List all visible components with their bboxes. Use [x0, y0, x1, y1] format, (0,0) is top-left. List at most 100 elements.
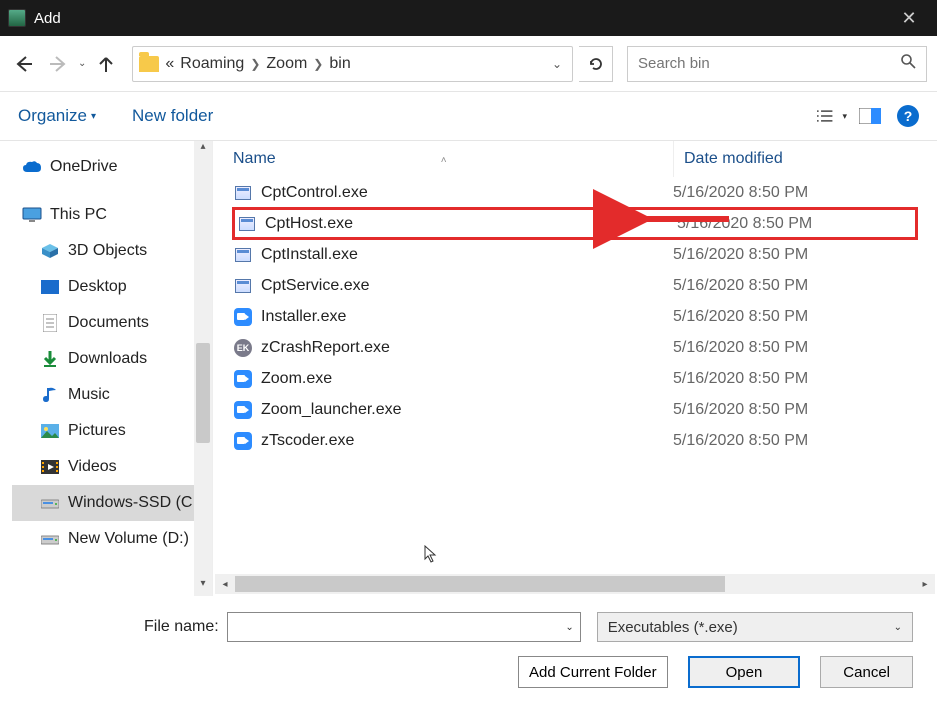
column-date[interactable]: Date modified	[674, 150, 783, 168]
cancel-button[interactable]: Cancel	[820, 656, 913, 688]
titlebar: Add ✕	[0, 0, 937, 36]
exe-icon	[235, 279, 251, 293]
sidebar-label: Videos	[68, 458, 117, 476]
recent-locations-button[interactable]: ⌄	[78, 58, 86, 69]
file-row[interactable]: Zoom.exe5/16/2020 8:50 PM	[233, 363, 917, 394]
doc-icon	[40, 314, 60, 332]
file-name: CptControl.exe	[261, 184, 368, 202]
sidebar-item-music[interactable]: Music	[12, 377, 212, 413]
file-name: CptInstall.exe	[261, 246, 358, 264]
scroll-thumb[interactable]	[235, 576, 725, 592]
crumb-roaming[interactable]: Roaming	[180, 55, 244, 73]
file-row[interactable]: CptService.exe5/16/2020 8:50 PM	[233, 270, 917, 301]
toolbar: Organize ▾ New folder ▾ ?	[0, 92, 937, 140]
filename-input[interactable]: ⌄	[227, 612, 581, 642]
file-row[interactable]: Zoom_launcher.exe 5/16/2020 8:50 PM	[233, 394, 917, 425]
sidebar-label: Documents	[68, 314, 149, 332]
scroll-left-icon[interactable]: ◂	[215, 579, 235, 590]
filename-label: File name:	[144, 618, 219, 636]
file-date: 5/16/2020 8:50 PM	[673, 246, 808, 264]
search-icon	[900, 53, 916, 74]
view-options-button[interactable]: ▾	[817, 104, 847, 128]
open-button[interactable]: Open	[688, 656, 801, 688]
file-type-label: Executables (*.exe)	[608, 619, 738, 636]
sidebar-label: This PC	[50, 206, 107, 224]
close-button[interactable]: ✕	[889, 8, 929, 29]
column-name[interactable]: Name˄	[233, 150, 673, 168]
pictures-icon	[40, 422, 60, 440]
horizontal-scrollbar[interactable]: ◂ ▸	[215, 574, 935, 594]
sidebar: OneDrive This PC 3D Objects Desktop Docume…	[0, 141, 212, 596]
crumb-ellipsis[interactable]: «	[165, 55, 174, 73]
file-row[interactable]: CptHost.exe 5/16/2020 8:50 PM	[233, 208, 917, 239]
file-date: 5/16/2020 8:50 PM	[673, 432, 808, 450]
sidebar-item-windows-ssd-c[interactable]: Windows-SSD (C	[12, 485, 194, 521]
sidebar-item-videos[interactable]: Videos	[12, 449, 212, 485]
file-row[interactable]: zTscoder.exe 5/16/2020 8:50 PM	[233, 425, 917, 456]
address-dropdown[interactable]: ⌄	[548, 57, 566, 71]
organize-label: Organize	[18, 106, 87, 126]
chevron-down-icon: ▾	[91, 111, 96, 122]
new-folder-button[interactable]: New folder	[132, 106, 213, 126]
sidebar-item-documents[interactable]: Documents	[12, 305, 212, 341]
file-pane: Name˄ Date modified CptControl.exe5/16/2…	[212, 141, 937, 596]
preview-pane-button[interactable]	[855, 104, 885, 128]
file-row[interactable]: EKzCrashReport.exe5/16/2020 8:50 PM	[233, 332, 917, 363]
sidebar-item-new-volume-d-[interactable]: New Volume (D:)	[12, 521, 212, 557]
sidebar-item-desktop[interactable]: Desktop	[12, 269, 212, 305]
help-button[interactable]: ?	[897, 105, 919, 127]
sidebar-item-this-pc[interactable]: This PC	[12, 197, 212, 233]
chevron-down-icon: ⌄	[894, 622, 902, 633]
file-name: zTscoder.exe	[261, 432, 354, 450]
sidebar-item-3d-objects[interactable]: 3D Objects	[12, 233, 212, 269]
sidebar-item-downloads[interactable]: Downloads	[12, 341, 212, 377]
crumb-zoom[interactable]: Zoom	[266, 55, 307, 73]
exe-icon	[239, 217, 255, 231]
file-date: 5/16/2020 8:50 PM	[673, 339, 808, 357]
scroll-right-icon[interactable]: ▸	[915, 579, 935, 590]
sidebar-item-pictures[interactable]: Pictures	[12, 413, 212, 449]
sidebar-label: 3D Objects	[68, 242, 147, 260]
nav-row: ⌄ « Roaming ❯ Zoom ❯ bin ⌄	[0, 36, 937, 92]
column-headers: Name˄ Date modified	[213, 141, 937, 177]
sidebar-scrollbar[interactable]: ▴ ▾	[194, 141, 212, 596]
crash-icon: EK	[234, 339, 252, 357]
sidebar-label: OneDrive	[50, 158, 118, 176]
chevron-down-icon: ⌄	[565, 622, 573, 633]
cube-icon	[40, 242, 60, 260]
file-name: CptHost.exe	[265, 215, 353, 233]
address-bar[interactable]: « Roaming ❯ Zoom ❯ bin ⌄	[132, 46, 573, 82]
folder-icon	[139, 56, 159, 72]
scroll-thumb[interactable]	[196, 343, 210, 443]
crumb-bin[interactable]: bin	[329, 55, 350, 73]
new-folder-label: New folder	[132, 106, 213, 126]
search-input[interactable]	[638, 55, 900, 72]
file-row[interactable]: CptInstall.exe 5/16/2020 8:50 PM	[233, 239, 917, 270]
scroll-down-icon[interactable]: ▾	[194, 578, 212, 596]
up-button[interactable]	[92, 50, 120, 78]
music-icon	[40, 386, 60, 404]
file-date: 5/16/2020 8:50 PM	[673, 401, 808, 419]
back-button[interactable]	[10, 50, 38, 78]
file-type-select[interactable]: Executables (*.exe) ⌄	[597, 612, 913, 642]
pc-icon	[22, 206, 42, 224]
file-name: Zoom_launcher.exe	[261, 401, 402, 419]
app-icon	[8, 9, 26, 27]
file-date: 5/16/2020 8:50 PM	[677, 215, 812, 233]
chevron-right-icon: ❯	[250, 57, 260, 71]
forward-button[interactable]	[44, 50, 72, 78]
file-name: CptService.exe	[261, 277, 370, 295]
add-current-folder-button[interactable]: Add Current Folder	[518, 656, 668, 688]
file-row[interactable]: CptControl.exe5/16/2020 8:50 PM	[233, 177, 917, 208]
sidebar-item-onedrive[interactable]: OneDrive	[12, 149, 212, 185]
refresh-button[interactable]	[579, 46, 613, 82]
file-date: 5/16/2020 8:50 PM	[673, 370, 808, 388]
search-box[interactable]	[627, 46, 927, 82]
exe-icon	[235, 248, 251, 262]
file-row[interactable]: Installer.exe5/16/2020 8:50 PM	[233, 301, 917, 332]
scroll-up-icon[interactable]: ▴	[194, 141, 212, 159]
organize-menu[interactable]: Organize ▾	[18, 106, 96, 126]
sidebar-label: Desktop	[68, 278, 127, 296]
desktop-icon	[40, 278, 60, 296]
zoom-icon	[234, 432, 252, 450]
